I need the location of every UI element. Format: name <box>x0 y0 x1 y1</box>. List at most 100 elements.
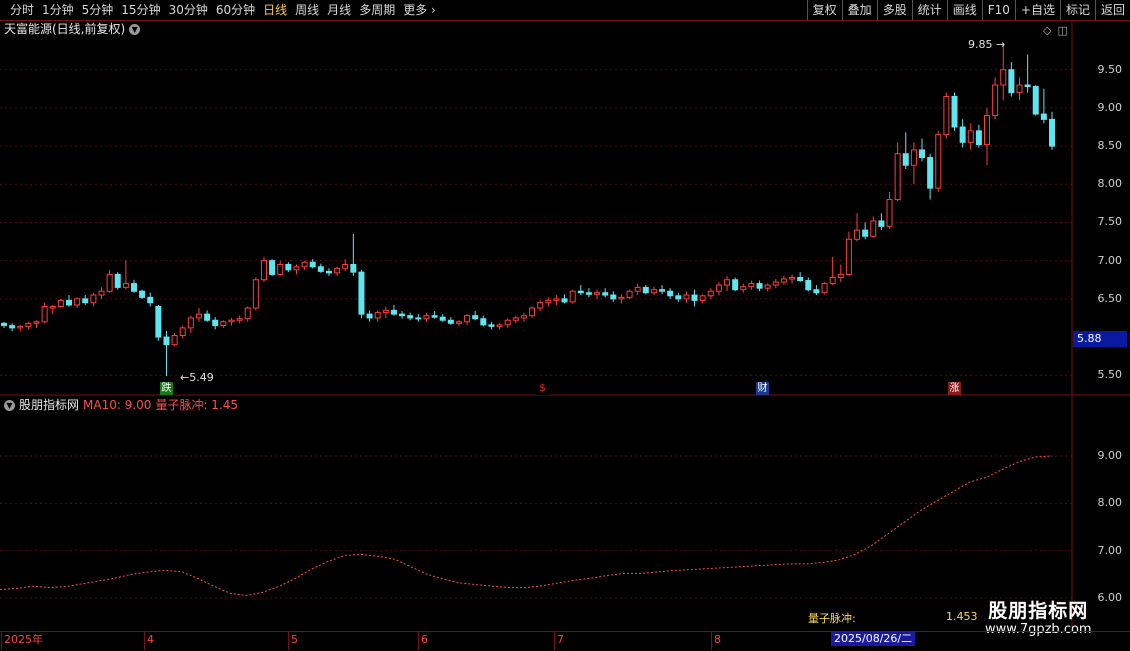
toolbar-button[interactable]: 统计 <box>911 0 947 20</box>
toolbar-buttons: 复权 叠加 多股 统计 画线 F10 +自选 标记 返回 <box>806 0 1130 20</box>
candle-body <box>228 319 235 323</box>
chevron-down-icon[interactable]: ▼ <box>4 399 15 411</box>
price-tick: 9.00 <box>1097 100 1123 114</box>
period-tab[interactable]: 月线 <box>323 2 355 18</box>
event-badge[interactable]: $ <box>536 382 549 395</box>
date-separator <box>1 632 2 650</box>
candle-body <box>65 299 72 306</box>
candle-body <box>374 312 381 319</box>
candle-body <box>634 286 641 292</box>
candle-body <box>537 302 544 309</box>
candle-body <box>902 153 909 166</box>
candle-body <box>496 324 503 327</box>
candle-body <box>269 260 276 275</box>
candle-body <box>25 322 32 327</box>
candle-body <box>959 126 966 143</box>
candle-body <box>984 115 991 146</box>
toolbar-button[interactable]: 画线 <box>946 0 982 20</box>
period-tab[interactable]: 30分钟 <box>165 2 212 18</box>
candle-body <box>845 238 852 275</box>
event-badge[interactable]: 跌 <box>160 382 173 395</box>
candle-body <box>756 283 763 289</box>
period-tab[interactable]: 周线 <box>291 2 323 18</box>
candle-body <box>147 296 154 304</box>
indicator-tick: 8.00 <box>1097 496 1123 510</box>
candle-body <box>301 261 308 268</box>
candle-body <box>309 261 316 268</box>
candle-body <box>854 229 861 240</box>
candle-body <box>155 305 162 338</box>
candle-body <box>90 294 97 304</box>
toolbar-button[interactable]: 复权 <box>806 0 842 20</box>
toolbar-button[interactable]: 叠加 <box>841 0 877 20</box>
candle-body <box>1008 69 1015 94</box>
toolbar-button[interactable]: 标记 <box>1059 0 1095 20</box>
candle-body <box>740 286 747 291</box>
kline-chart <box>0 20 1130 631</box>
candle-body <box>415 317 422 320</box>
toolbar-button[interactable]: +自选 <box>1014 0 1060 20</box>
toolbar-button[interactable]: 返回 <box>1094 0 1130 20</box>
candle-body <box>455 321 462 324</box>
price-tick: 9.50 <box>1097 62 1123 76</box>
candle-body <box>910 149 917 166</box>
indicator-header: ▼ 股朋指标网 MA10: 9.00 量子脉冲: 1.45 <box>4 398 238 412</box>
period-tab[interactable]: 分时 <box>6 2 38 18</box>
date-separator <box>288 632 289 650</box>
candle-body <box>41 305 48 323</box>
candle-body <box>715 284 722 292</box>
candle-body <box>618 296 625 300</box>
candle-body <box>724 279 731 286</box>
candle-body <box>407 315 414 319</box>
candle-body <box>195 313 202 319</box>
diamond-icon[interactable]: ◇ <box>1043 24 1051 37</box>
date-tick: 6 <box>421 633 428 646</box>
price-tick: 8.50 <box>1097 139 1123 153</box>
candle-body <box>122 283 129 288</box>
candle-body <box>439 316 446 321</box>
candle-body <box>1024 84 1031 88</box>
price-tick: 5.50 <box>1097 368 1123 382</box>
toolbar-button[interactable]: 多股 <box>876 0 912 20</box>
candle-body <box>797 276 804 282</box>
candle-body <box>975 130 982 146</box>
candle-body <box>187 317 194 329</box>
period-tab[interactable]: 日线 <box>259 2 291 18</box>
candle-body <box>504 319 511 326</box>
period-tab[interactable]: 1分钟 <box>38 2 78 18</box>
candle-body <box>577 290 584 294</box>
candle-body <box>9 325 16 329</box>
candle-body <box>667 290 674 297</box>
qz-label: 量子脉冲: 1.45 <box>155 398 239 412</box>
candle-body <box>179 327 186 337</box>
candle-body <box>49 305 56 309</box>
panel-toggle-icon[interactable]: ◫ <box>1057 24 1067 37</box>
candle-body <box>171 335 178 346</box>
toolbar-button[interactable]: F10 <box>981 0 1015 20</box>
chevron-down-icon[interactable]: ▼ <box>129 23 141 35</box>
toolbar: 分时 1分钟 5分钟 15分钟 30分钟 60分钟 日线 周线 月线 多周期 更多 › 复权 叠加 多股… <box>0 0 1130 21</box>
indicator-tick: 7.00 <box>1097 543 1123 557</box>
candle-body <box>236 318 243 321</box>
date-tick: 2025年 <box>4 633 43 646</box>
candle-body <box>423 315 430 320</box>
event-badge[interactable]: 涨 <box>948 382 961 395</box>
stock-title: 天富能源(日线,前复权) <box>4 22 126 36</box>
period-tab[interactable]: 多周期 <box>355 2 399 18</box>
period-tab[interactable]: 15分钟 <box>117 2 164 18</box>
chart-title-row: 天富能源(日线,前复权) ▼ <box>4 22 141 36</box>
candle-body <box>163 336 170 346</box>
candle-body <box>1040 113 1047 120</box>
date-tick: 8 <box>714 633 721 646</box>
candle-body <box>244 307 251 320</box>
candle-body <box>748 283 755 288</box>
candle-body <box>293 266 300 271</box>
watermark-title: 股朋指标网 <box>988 600 1089 622</box>
candle-body <box>732 279 739 291</box>
period-tab[interactable]: 5分钟 <box>78 2 118 18</box>
candle-body <box>862 229 869 237</box>
period-tab[interactable]: 60分钟 <box>212 2 259 18</box>
candle-body <box>943 95 950 136</box>
period-tab[interactable]: 更多 › <box>399 2 440 18</box>
event-badge[interactable]: 财 <box>756 382 769 395</box>
